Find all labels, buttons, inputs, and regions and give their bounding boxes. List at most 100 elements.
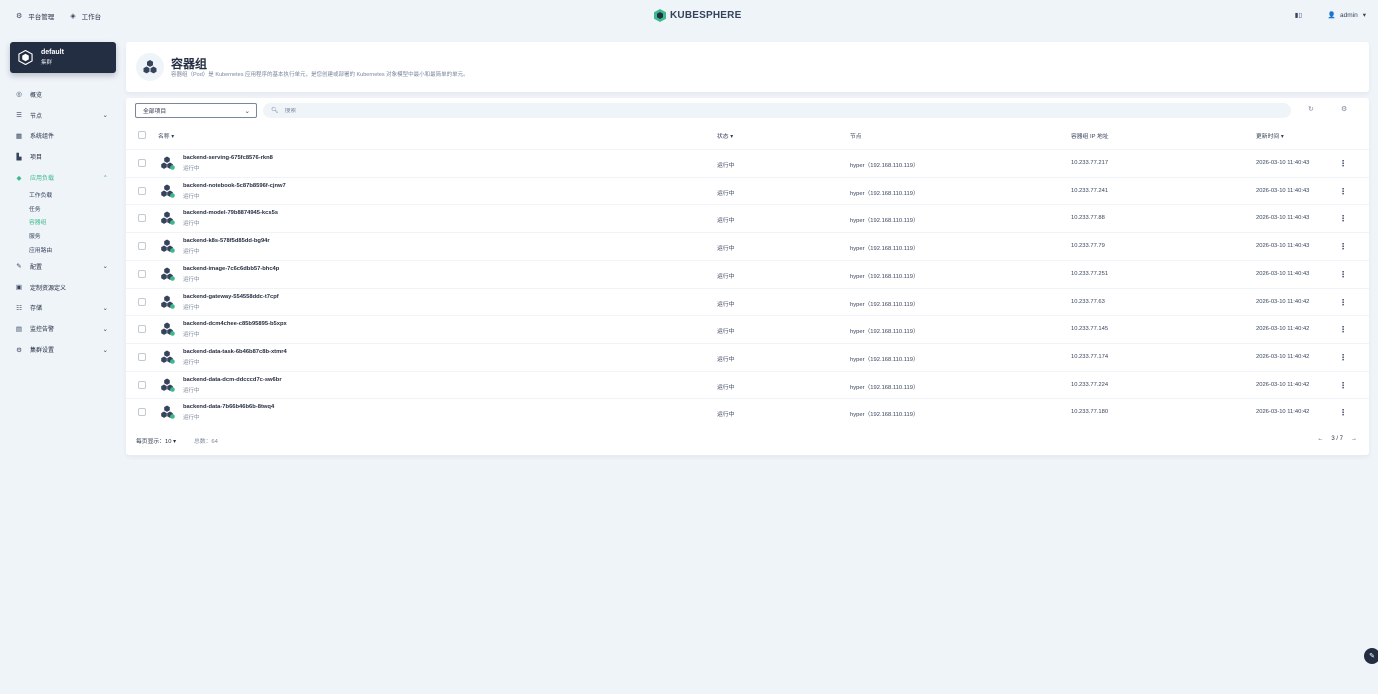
more-options-icon[interactable]: ⋮	[1339, 353, 1347, 362]
user-icon: 👤	[1327, 12, 1337, 19]
pod-ip: 10.233.77.251	[1071, 270, 1109, 277]
column-header-name[interactable]: 名称 ▾	[158, 131, 174, 140]
sidebar-subitem-services[interactable]: 服务	[14, 229, 114, 243]
row-checkbox[interactable]	[138, 242, 146, 251]
sidebar-item-label: 概览	[30, 92, 43, 99]
table-row[interactable]: backend-dcm4chee-c85b95895-b5xpx 运行中 运行中…	[126, 315, 1369, 343]
more-options-icon[interactable]: ⋮	[1339, 187, 1347, 196]
more-options-icon[interactable]: ⋮	[1339, 214, 1347, 223]
pod-name-link[interactable]: backend-serving-675fc8576-rkn8	[183, 155, 273, 161]
page-description: 容器组（Pod）是 Kubernetes 应用程序的基本执行单元，是您创建或部署…	[171, 72, 469, 78]
chevron-down-icon: ⌄	[102, 112, 108, 120]
next-page-icon[interactable]: →	[1351, 436, 1357, 442]
workbench-link[interactable]: ◈ 工作台	[70, 11, 101, 21]
table-row[interactable]: backend-notebook-5c87b8596f-cjnw7 运行中 运行…	[126, 176, 1369, 205]
table-row[interactable]: backend-gateway-554558ddc-t7cpf 运行中 运行中 …	[126, 287, 1369, 316]
select-all-checkbox[interactable]	[138, 131, 146, 139]
more-options-icon[interactable]: ⋮	[1339, 381, 1347, 390]
pod-name-link[interactable]: backend-model-79b8874945-kcs5s	[183, 210, 278, 216]
search-input[interactable]	[284, 107, 1185, 114]
sidebar-subitem-pods[interactable]: 容器组	[14, 215, 114, 229]
pod-node: hyper（192.168.110.119）	[850, 190, 919, 197]
sidebar-item-cluster-settings[interactable]: ⚙ 集群设置 ⌄	[14, 339, 114, 360]
toolbox-icon[interactable]: ▮▯	[1295, 11, 1302, 19]
pod-name-link[interactable]: backend-data-task-6b46b87c8b-xtmr4	[183, 349, 287, 355]
prev-page-icon[interactable]: ←	[1317, 436, 1323, 442]
toolbox-float-button[interactable]: ✎	[1364, 648, 1378, 664]
refresh-icon[interactable]: ↻	[1308, 105, 1314, 113]
sidebar-subitem-workloads[interactable]: 工作负载	[14, 188, 114, 202]
table-row[interactable]: backend-image-7c6c6dbb57-bhc4p 运行中 运行中 h…	[126, 259, 1369, 288]
pod-name-link[interactable]: backend-data-dcm-ddcccd7c-sw6br	[183, 377, 282, 383]
pod-name-link[interactable]: backend-gateway-554558ddc-t7cpf	[183, 294, 279, 300]
sidebar-item-label: 配置	[30, 264, 43, 271]
sidebar-subitem-jobs[interactable]: 任务	[14, 202, 114, 216]
sidebar-nav: ◎ 概览 ☰ 节点 ⌄ ▦ 系统组件 ▙ 项目 ◆ 应用负载 ⌃ 工作负载 任务…	[14, 84, 114, 360]
more-options-icon[interactable]: ⋮	[1339, 408, 1347, 417]
pod-ip: 10.233.77.241	[1071, 187, 1109, 194]
row-checkbox[interactable]	[138, 297, 146, 306]
pod-name-link[interactable]: backend-notebook-5c87b8596f-cjnw7	[183, 183, 286, 189]
pod-name-link[interactable]: backend-image-7c6c6dbb57-bhc4p	[183, 266, 279, 272]
pod-group-icon	[136, 53, 164, 81]
table-row[interactable]: backend-k8s-578f5d85dd-bg94r 运行中 运行中 hyp…	[126, 232, 1369, 260]
sidebar-item-config[interactable]: ✎ 配置 ⌄	[14, 256, 114, 277]
table-row[interactable]: backend-model-79b8874945-kcs5s 运行中 运行中 h…	[126, 204, 1369, 232]
sidebar-item-label: 项目	[30, 155, 43, 162]
table-row[interactable]: backend-data-dcm-ddcccd7c-sw6br 运行中 运行中 …	[126, 370, 1369, 399]
more-options-icon[interactable]: ⋮	[1339, 242, 1347, 251]
sidebar-item-storage[interactable]: ☷ 存储 ⌄	[14, 298, 114, 319]
row-checkbox[interactable]	[138, 186, 146, 195]
row-checkbox[interactable]	[138, 408, 146, 417]
pods-icon	[143, 60, 157, 74]
pod-sub-status: 运行中	[183, 332, 200, 339]
row-checkbox[interactable]	[138, 214, 146, 223]
gear-icon[interactable]: ⚙	[1341, 105, 1347, 113]
sidebar-item-projects[interactable]: ▙ 项目	[14, 146, 114, 167]
sidebar-item-nodes[interactable]: ☰ 节点 ⌄	[14, 105, 114, 126]
pod-updated: 2026-03-10 11:40:43	[1256, 160, 1310, 166]
project-select[interactable]: 全部项目 ⌄	[135, 103, 257, 118]
search-bar[interactable]: 🔍︎	[263, 103, 1291, 118]
column-header-updated[interactable]: 更新时间 ▾	[1256, 131, 1284, 140]
caret-down-icon[interactable]: ▾	[1363, 11, 1366, 19]
sidebar-item-crd[interactable]: ▣ 定制资源定义	[14, 277, 114, 298]
more-options-icon[interactable]: ⋮	[1339, 159, 1347, 168]
pod-icon	[161, 295, 175, 309]
pod-status: 运行中	[717, 301, 735, 308]
user-menu[interactable]: admin	[1340, 12, 1358, 19]
row-checkbox[interactable]	[138, 352, 146, 361]
workbench-icon: ◈	[70, 13, 76, 20]
cluster-selector[interactable]: default 集群	[10, 42, 116, 73]
sidebar-item-overview[interactable]: ◎ 概览	[14, 84, 114, 105]
sidebar-subitem-ingresses[interactable]: 应用路由	[14, 242, 114, 256]
table-row[interactable]: backend-data-7b66b46b6b-8twq4 运行中 运行中 hy…	[126, 398, 1369, 426]
row-checkbox[interactable]	[138, 269, 146, 278]
pod-ip: 10.233.77.174	[1071, 353, 1109, 360]
platform-management-link[interactable]: ⚙ 平台管理	[16, 11, 54, 21]
crd-icon: ▣	[15, 284, 23, 292]
per-page-selector[interactable]: 每页显示：10 ▾	[136, 436, 176, 445]
page-indicator: 3 / 7	[1331, 436, 1343, 442]
sidebar-item-components[interactable]: ▦ 系统组件	[14, 126, 114, 147]
more-options-icon[interactable]: ⋮	[1339, 270, 1347, 279]
sidebar-item-monitoring[interactable]: ▤ 监控告警 ⌄	[14, 318, 114, 339]
more-options-icon[interactable]: ⋮	[1339, 298, 1347, 307]
sidebar-item-workloads[interactable]: ◆ 应用负载 ⌃	[14, 167, 114, 188]
pod-node: hyper（192.168.110.119）	[850, 329, 919, 336]
pod-name-link[interactable]: backend-k8s-578f5d85dd-bg94r	[183, 238, 270, 244]
kubesphere-logo[interactable]: KUBESPHERE	[654, 9, 741, 22]
pod-name-link[interactable]: backend-dcm4chee-c85b95895-b5xpx	[183, 321, 287, 327]
table-row[interactable]: backend-serving-675fc8576-rkn8 运行中 运行中 h…	[126, 149, 1369, 177]
more-options-icon[interactable]: ⋮	[1339, 325, 1347, 334]
row-checkbox[interactable]	[138, 159, 146, 167]
row-checkbox[interactable]	[138, 325, 146, 334]
column-header-status[interactable]: 状态 ▾	[717, 131, 733, 140]
sidebar-item-label: 定制资源定义	[30, 285, 67, 292]
pod-sub-status: 运行中	[183, 387, 200, 394]
table-row[interactable]: backend-data-task-6b46b87c8b-xtmr4 运行中 运…	[126, 342, 1369, 371]
row-checkbox[interactable]	[138, 380, 146, 389]
pod-name-link[interactable]: backend-data-7b66b46b6b-8twq4	[183, 404, 274, 410]
page-header: 容器组 容器组（Pod）是 Kubernetes 应用程序的基本执行单元，是您创…	[126, 42, 1369, 92]
pod-icon	[161, 322, 175, 336]
